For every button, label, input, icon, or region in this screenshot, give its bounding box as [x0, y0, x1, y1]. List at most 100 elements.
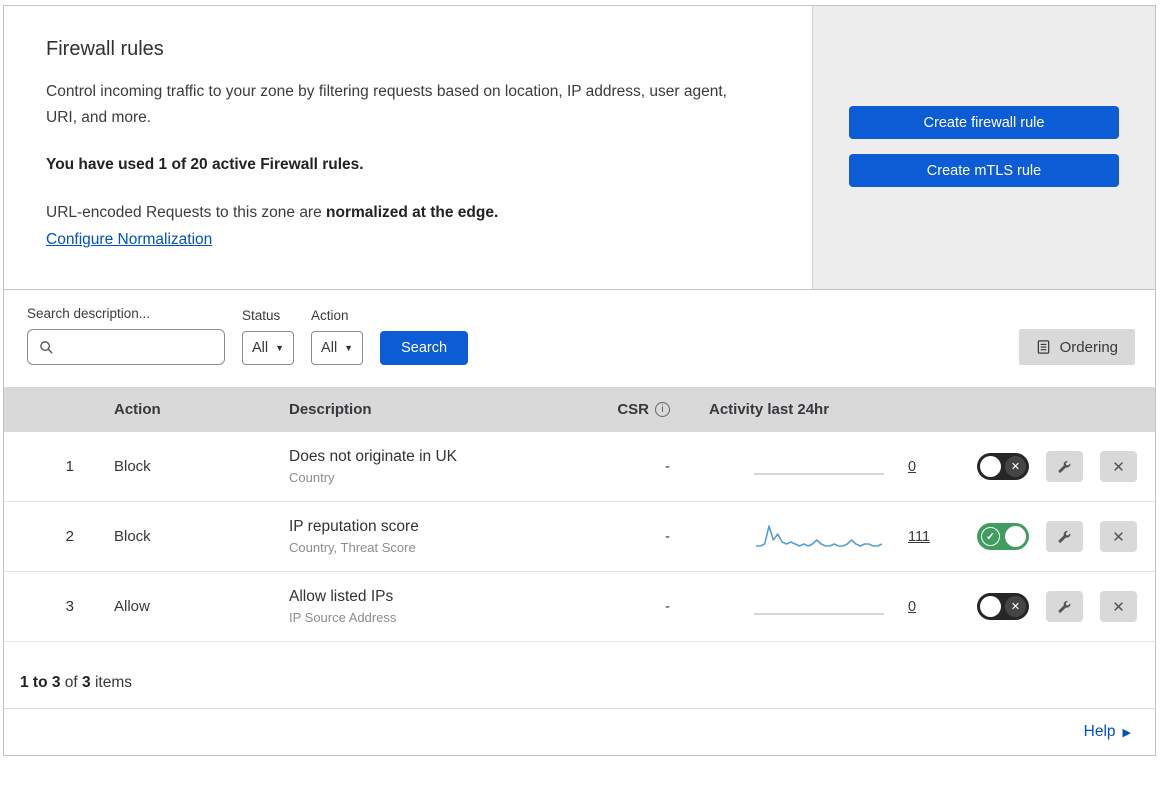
create-firewall-rule-button[interactable]: Create firewall rule [849, 106, 1119, 139]
item-range: 1 to 3 [20, 674, 61, 692]
rule-activity-cell: 111 [696, 520, 954, 554]
action-filter-group: Action All ▼ [311, 308, 364, 366]
rule-description: Does not originate in UK [289, 448, 458, 466]
pagination-summary: 1 to 3 of 3 items [4, 642, 1155, 708]
ordering-list-icon [1037, 340, 1049, 354]
help-label: Help [1083, 723, 1116, 741]
wrench-icon [1058, 530, 1071, 543]
csr-column-header: CSR i [580, 401, 696, 418]
action-column-header: Action [114, 401, 161, 419]
activity-count-link[interactable]: 0 [908, 599, 934, 615]
items-text: items [94, 674, 133, 692]
rule-priority: 2 [65, 528, 74, 546]
rule-activity-cell: 0 [696, 459, 954, 475]
toggle-x-icon: ✕ [1005, 596, 1026, 618]
search-box[interactable] [27, 329, 225, 366]
item-total: 3 [82, 674, 91, 692]
edit-rule-button[interactable] [1046, 451, 1083, 483]
description-column-header: Description [289, 401, 372, 419]
table-row: 3 Allow Allow listed IPs IP Source Addre… [4, 572, 1155, 643]
rule-description-cell: Allow listed IPs IP Source Address [286, 588, 580, 625]
rule-enabled-toggle[interactable]: ✕ [977, 453, 1029, 481]
table-row: 2 Block IP reputation score Country, Thr… [4, 502, 1155, 573]
activity-count-link[interactable]: 0 [908, 459, 934, 475]
rule-fields: Country, Threat Score [289, 540, 416, 556]
activity-flatline [754, 472, 884, 475]
ordering-button-label: Ordering [1059, 338, 1118, 356]
table-header-row: Action Description CSR i Activity last 2… [4, 387, 1155, 433]
csr-header-label: CSR [617, 401, 649, 419]
chevron-down-icon: ▼ [275, 342, 285, 353]
toggle-knob [980, 456, 1001, 478]
rule-csr: - [665, 598, 670, 616]
wrench-icon [1058, 460, 1071, 473]
of-text: of [64, 674, 78, 692]
rule-action: Block [114, 528, 151, 546]
usage-summary: You have used 1 of 20 active Firewall ru… [46, 156, 364, 174]
rule-description: IP reputation score [289, 518, 419, 536]
activity-flatline [754, 612, 884, 615]
toggle-knob [980, 596, 1001, 618]
create-mtls-rule-button[interactable]: Create mTLS rule [849, 154, 1119, 187]
action-dropdown-value: All [321, 340, 338, 357]
delete-rule-button[interactable]: ✕ [1100, 591, 1137, 623]
action-label: Action [311, 308, 349, 324]
info-icon[interactable]: i [655, 402, 670, 418]
delete-rule-button[interactable]: ✕ [1100, 521, 1137, 553]
action-dropdown[interactable]: All ▼ [311, 331, 364, 366]
page-header: Firewall rules Control incoming traffic … [4, 6, 1155, 291]
rule-fields: IP Source Address [289, 610, 397, 626]
activity-sparkline-area [754, 520, 884, 554]
page-title: Firewall rules [46, 38, 164, 60]
search-icon [40, 340, 53, 354]
rule-priority: 3 [65, 598, 74, 616]
page-description: Control incoming traffic to your zone by… [46, 83, 727, 126]
close-icon: ✕ [1112, 598, 1125, 616]
status-filter-group: Status All ▼ [242, 308, 295, 366]
search-group: Search description... [27, 306, 225, 366]
header-text-area: Firewall rules Control incoming traffic … [4, 6, 813, 290]
edit-rule-button[interactable] [1046, 521, 1083, 553]
search-input[interactable] [61, 339, 224, 356]
normalization-text: URL-encoded Requests to this zone are no… [46, 204, 752, 222]
ordering-button[interactable]: Ordering [1018, 329, 1135, 366]
close-icon: ✕ [1112, 528, 1125, 546]
rule-csr: - [665, 458, 670, 476]
rule-enabled-toggle[interactable]: ✓ [977, 523, 1029, 551]
actions-panel: Create firewall rule Create mTLS rule [813, 6, 1155, 290]
search-button[interactable]: Search [380, 331, 469, 366]
rule-description-cell: Does not originate in UK Country [286, 448, 580, 485]
rule-controls: ✕ ✕ [954, 591, 1155, 623]
arrow-right-icon: ▶ [1122, 726, 1131, 739]
toggle-check-icon: ✓ [981, 527, 1000, 547]
edit-rule-button[interactable] [1046, 591, 1083, 623]
rule-description: Allow listed IPs [289, 588, 394, 606]
chevron-down-icon: ▼ [344, 342, 354, 353]
rule-action: Block [114, 458, 151, 476]
activity-sparkline-area [754, 599, 884, 615]
wrench-icon [1058, 600, 1071, 613]
toggle-knob [1005, 526, 1026, 548]
search-label: Search description... [27, 306, 151, 322]
status-dropdown-value: All [252, 340, 269, 357]
normalization-bold: normalized at the edge. [326, 204, 499, 222]
rule-description-cell: IP reputation score Country, Threat Scor… [286, 518, 580, 555]
rule-controls: ✕ ✕ [954, 451, 1155, 483]
configure-normalization-link[interactable]: Configure Normalization [46, 231, 212, 248]
rules-table: Action Description CSR i Activity last 2… [4, 387, 1155, 643]
rule-enabled-toggle[interactable]: ✕ [977, 593, 1029, 621]
rule-activity-cell: 0 [696, 599, 954, 615]
rule-priority: 1 [65, 458, 74, 476]
firewall-rules-card: Firewall rules Control incoming traffic … [3, 5, 1156, 757]
normalization-prefix: URL-encoded Requests to this zone are [46, 204, 327, 222]
rule-fields: Country [289, 470, 335, 486]
activity-count-link[interactable]: 111 [908, 529, 934, 545]
table-row: 1 Block Does not originate in UK Country… [4, 432, 1155, 503]
help-link[interactable]: Help ▶ [1084, 723, 1131, 741]
status-label: Status [242, 308, 281, 324]
delete-rule-button[interactable]: ✕ [1100, 451, 1137, 483]
activity-sparkline [756, 524, 883, 547]
filter-bar: Search description... Status All ▼ Actio… [4, 290, 1155, 387]
activity-column-header: Activity last 24hr [709, 401, 830, 419]
status-dropdown[interactable]: All ▼ [242, 331, 295, 366]
